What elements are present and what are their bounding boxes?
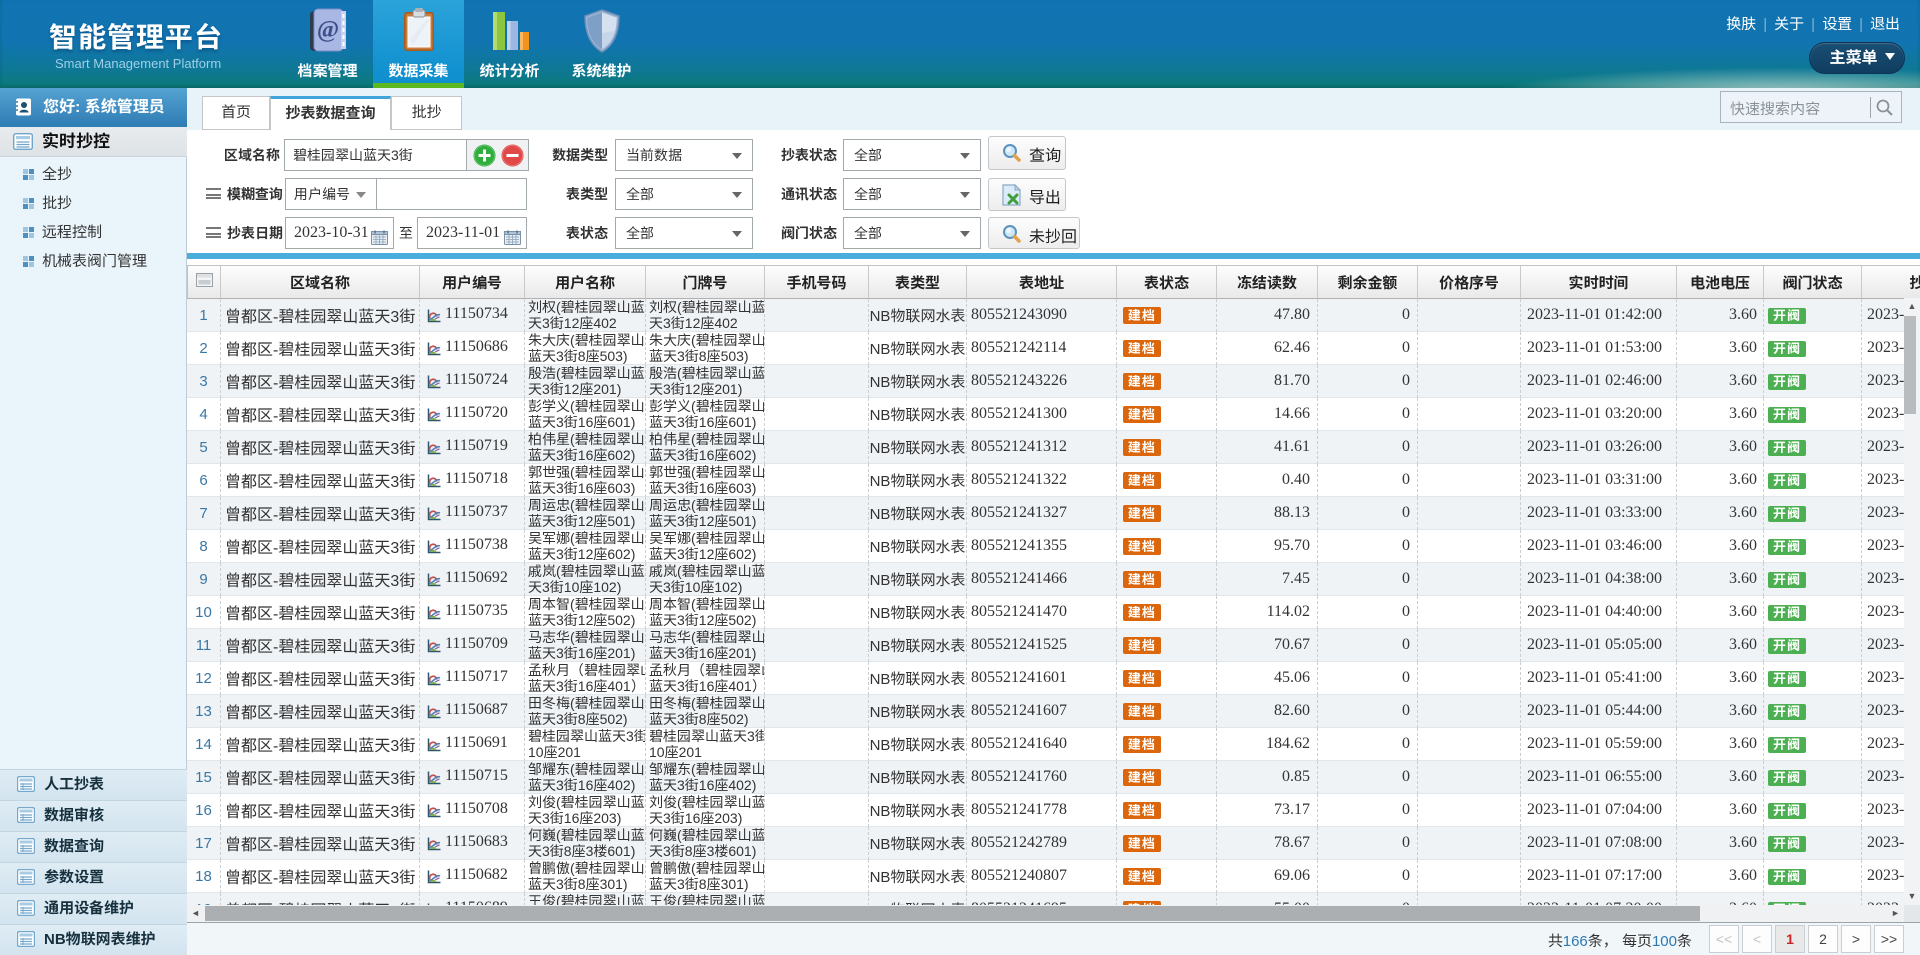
svg-text:@: @ — [316, 17, 338, 43]
